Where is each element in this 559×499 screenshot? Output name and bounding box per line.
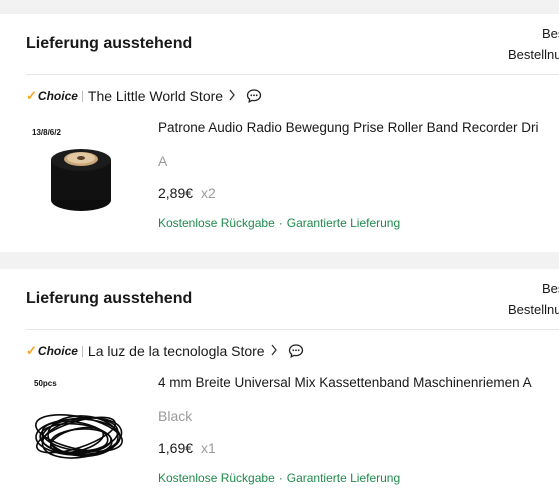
order-number-label: Bestellnu <box>508 302 559 317</box>
order-status: Lieferung ausstehend <box>26 290 193 307</box>
product-variant: A <box>158 153 168 169</box>
chevron-right-icon[interactable] <box>228 89 236 104</box>
check-icon: ✓ <box>26 343 37 358</box>
order-card: Lieferung ausstehend Bes Bestellnu ✓ Cho… <box>0 14 559 252</box>
product-quantity: x2 <box>201 185 216 201</box>
separator <box>81 345 83 357</box>
product-title[interactable]: Patrone Audio Radio Bewegung Prise Rolle… <box>158 120 538 135</box>
chat-icon[interactable] <box>288 343 304 359</box>
perk-guaranteed-delivery: Garantierte Lieferung <box>286 216 401 230</box>
product-title[interactable]: 4 mm Breite Universal Mix Kassettenband … <box>158 375 532 390</box>
store-name[interactable]: La luz de la tecnologla Store <box>88 343 265 359</box>
pinch-roller-image <box>51 149 111 211</box>
perk-separator: · <box>278 216 283 230</box>
product-variant: Black <box>158 408 193 424</box>
check-icon: ✓ <box>26 88 37 103</box>
product-thumbnail[interactable]: 13/8/6/2 <box>26 122 136 222</box>
order-card: Lieferung ausstehend Bes Bestellnu ✓ Cho… <box>0 269 559 499</box>
thumbnail-label: 50pcs <box>34 379 57 388</box>
order-date-label: Bes <box>542 26 559 41</box>
divider <box>26 329 559 330</box>
thumbnail-label: 13/8/6/2 <box>32 128 61 137</box>
store-row[interactable]: ✓ Choice The Little World Store <box>26 86 262 106</box>
price-row: 1,69€ x1 <box>158 440 216 456</box>
separator <box>81 90 83 102</box>
choice-label: Choice <box>37 344 78 358</box>
rubber-belts-image <box>35 414 123 459</box>
perk-separator: · <box>278 471 283 485</box>
choice-label: Choice <box>37 89 78 103</box>
perk-free-return: Kostenlose Rückgabe <box>158 216 275 230</box>
product-price: 2,89€ <box>158 185 194 201</box>
store-name[interactable]: The Little World Store <box>88 88 223 104</box>
divider <box>26 74 559 75</box>
price-row: 2,89€ x2 <box>158 185 216 201</box>
product-thumbnail[interactable]: 50pcs <box>26 375 136 475</box>
product-quantity: x1 <box>201 440 216 456</box>
store-row[interactable]: ✓ Choice La luz de la tecnologla Store <box>26 341 304 361</box>
choice-badge: ✓ Choice <box>26 88 78 104</box>
perk-guaranteed-delivery: Garantierte Lieferung <box>286 471 401 485</box>
order-status: Lieferung ausstehend <box>26 35 193 52</box>
perk-free-return: Kostenlose Rückgabe <box>158 471 275 485</box>
order-date-label: Bes <box>542 281 559 296</box>
chevron-right-icon[interactable] <box>270 344 278 359</box>
perks-row: Kostenlose Rückgabe · Garantierte Lieferun… <box>158 471 400 485</box>
chat-icon[interactable] <box>246 88 262 104</box>
order-meta: Bes Bestellnu <box>508 278 559 320</box>
choice-badge: ✓ Choice <box>26 343 78 359</box>
product-price: 1,69€ <box>158 440 194 456</box>
perks-row: Kostenlose Rückgabe · Garantierte Lieferun… <box>158 216 400 230</box>
order-meta: Bes Bestellnu <box>508 23 559 65</box>
order-number-label: Bestellnu <box>508 47 559 62</box>
